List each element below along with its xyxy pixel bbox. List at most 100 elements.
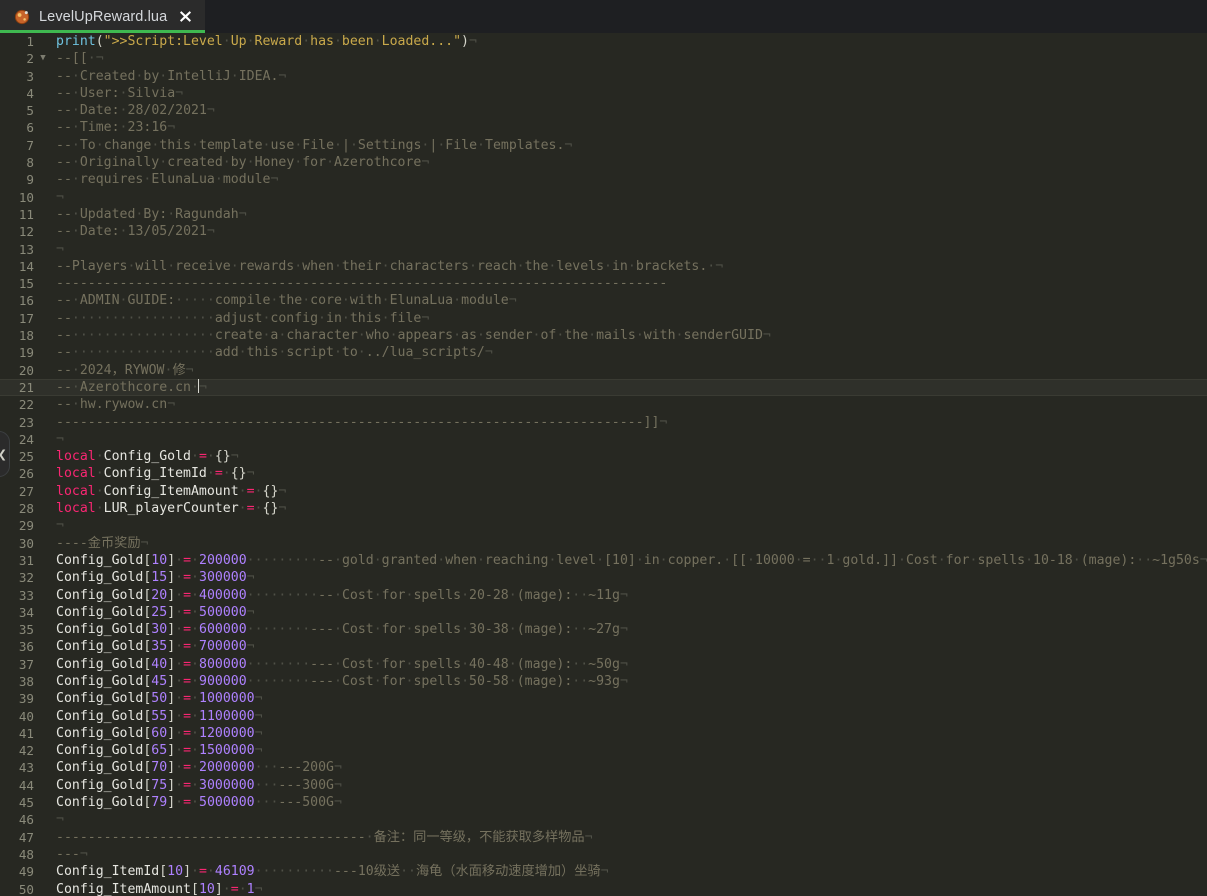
code-line[interactable]: 23 --------------------------------------… <box>0 414 1207 431</box>
code-line[interactable]: 40 Config_Gold[55]·=·1100000¬ <box>0 708 1207 725</box>
code-line[interactable]: 13 ¬ <box>0 241 1207 258</box>
code-token: local <box>56 449 96 465</box>
code-token: · <box>214 172 223 188</box>
code-line-content: Config_ItemAmount[10]·=·1¬ <box>56 881 1207 896</box>
code-line[interactable]: 37 Config_Gold[40]·=·800000········---·Co… <box>0 656 1207 673</box>
code-token: · <box>604 258 612 274</box>
code-token: · <box>302 34 311 49</box>
code-token: reach <box>476 258 517 274</box>
code-line-content: ¬ <box>56 189 1207 206</box>
code-line[interactable]: 22 --·hw.rywow.cn¬ <box>0 396 1207 413</box>
code-line[interactable]: 50 Config_ItemAmount[10]·=·1¬ <box>0 881 1207 896</box>
code-line[interactable]: 16 --·ADMIN·GUIDE:·····compile·the·core·w… <box>0 292 1207 309</box>
code-token: local <box>56 501 96 517</box>
code-line[interactable]: 1 print(">>Script:Level·Up·Reward·has·bee… <box>0 33 1207 50</box>
code-line[interactable]: 31 Config_Gold[10]·=·200000·········--·go… <box>0 552 1207 569</box>
code-token: 75 <box>151 777 168 793</box>
code-line[interactable]: 27 local·Config_ItemAmount·=·{}¬ <box>0 483 1207 500</box>
code-line-content: local·Config_ItemAmount·=·{}¬ <box>56 483 1207 500</box>
code-token: Cost <box>905 552 938 568</box>
code-line[interactable]: 38 Config_Gold[45]·=·900000········---·Co… <box>0 673 1207 690</box>
code-token: ········ <box>246 656 311 672</box>
code-line[interactable]: 2 ▼ --[[·¬ <box>0 50 1207 67</box>
code-token: their <box>341 258 382 274</box>
code-token: Settings <box>357 137 422 153</box>
code-line[interactable]: 7 --·To·change·this·template·use·File·|·S… <box>0 137 1207 154</box>
code-token: ~27g <box>588 622 620 638</box>
code-line-content: print(">>Script:Level·Up·Reward·has·been… <box>56 33 1207 50</box>
code-line[interactable]: 24 ¬ <box>0 431 1207 448</box>
code-token: Date: <box>79 224 120 240</box>
code-line[interactable]: 5 --·Date:·28/02/2021¬ <box>0 102 1207 119</box>
code-line[interactable]: 26 local·Config_ItemId·=·{}¬ <box>0 465 1207 482</box>
code-line[interactable]: 39 Config_Gold[50]·=·1000000¬ <box>0 690 1207 707</box>
code-token: ] <box>214 881 223 896</box>
code-token: Config_ItemId <box>56 864 160 880</box>
code-token: GUIDE: <box>127 293 176 309</box>
code-token: = <box>183 622 192 638</box>
code-token: ¬ <box>246 604 255 620</box>
code-line[interactable]: 46 ¬ <box>0 811 1207 828</box>
code-line[interactable]: 18 --··················create·a·character… <box>0 327 1207 344</box>
code-token: ] <box>167 656 176 672</box>
code-line[interactable]: 17 --··················adjust·config·in·t… <box>0 310 1207 327</box>
code-line[interactable]: 12 --·Date:·13/05/2021¬ <box>0 223 1207 240</box>
code-line[interactable]: 25 local·Config_Gold·=·{}¬ <box>0 448 1207 465</box>
code-token: for <box>302 155 327 171</box>
code-token: Templates. <box>485 137 565 153</box>
code-token: · <box>206 449 215 465</box>
code-line[interactable]: 34 Config_Gold[25]·=·500000¬ <box>0 604 1207 621</box>
close-icon[interactable] <box>178 10 192 24</box>
code-line[interactable]: 21 --·Azerothcore.cn·¬ <box>0 378 1207 397</box>
code-line[interactable]: 47 --------------------------------------… <box>0 829 1207 846</box>
code-line[interactable]: 11 --·Updated·By:·Ragundah¬ <box>0 206 1207 223</box>
code-line[interactable]: 8 --·Originally·created·by·Honey·for·Azer… <box>0 154 1207 171</box>
code-token: · <box>508 622 517 638</box>
code-line[interactable]: 28 local·LUR_playerCounter·=·{}¬ <box>0 500 1207 517</box>
code-line[interactable]: 45 Config_Gold[79]·=·5000000···---500G¬ <box>0 794 1207 811</box>
code-token: 10000 <box>755 552 795 568</box>
fold-collapse-icon[interactable]: ▼ <box>38 50 48 67</box>
code-token: Config_Gold <box>103 449 191 465</box>
code-line[interactable]: 49 Config_ItemId[10]·=·46109··········---… <box>0 863 1207 880</box>
code-line[interactable]: 19 --··················add·this·script·to… <box>0 344 1207 361</box>
code-line[interactable]: 15 --------------------------------------… <box>0 275 1207 292</box>
code-line[interactable]: 10 ¬ <box>0 189 1207 206</box>
code-line[interactable]: 33 Config_Gold[20]·=·400000·········--·Co… <box>0 587 1207 604</box>
code-line[interactable]: 3 --·Created·by·IntelliJ·IDEA.¬ <box>0 68 1207 85</box>
code-token: --- <box>310 673 334 689</box>
code-line[interactable]: 43 Config_Gold[70]·=·2000000···---200G¬ <box>0 759 1207 776</box>
line-number: 18 <box>18 328 34 344</box>
code-token: add <box>214 345 239 361</box>
code-token: ¬ <box>619 622 628 638</box>
code-line[interactable]: 14 --Players·will·receive·rewards·when·th… <box>0 258 1207 275</box>
code-line[interactable]: 29 ¬ <box>0 517 1207 534</box>
code-line[interactable]: 30 ----金币奖励¬ <box>0 535 1207 552</box>
code-line[interactable]: 20 --·2024，RYWOW·修¬ <box>0 362 1207 379</box>
code-line[interactable]: 42 Config_Gold[65]·=·1500000¬ <box>0 742 1207 759</box>
code-token: ¬ <box>185 362 194 378</box>
code-line[interactable]: 6 --·Time:·23:16¬ <box>0 119 1207 136</box>
code-line[interactable]: 35 Config_Gold[30]·=·600000········---·Co… <box>0 621 1207 638</box>
code-token: = <box>198 449 207 465</box>
editor-content[interactable]: 1 print(">>Script:Level·Up·Reward·has·bee… <box>0 33 1207 896</box>
code-token: · <box>334 587 342 603</box>
code-line[interactable]: 48 ---¬ <box>0 846 1207 863</box>
code-token: · <box>333 345 342 361</box>
code-line[interactable]: 9 --·requires·ElunaLua·module¬ <box>0 171 1207 188</box>
code-token: · <box>238 345 247 361</box>
code-token: · <box>95 483 104 499</box>
code-line[interactable]: 4 --·User:·Silvia¬ <box>0 85 1207 102</box>
code-token: = <box>246 501 255 517</box>
code-token: = <box>214 466 223 482</box>
code-token: ¬ <box>56 518 64 534</box>
code-editor[interactable]: 1 print(">>Script:Level·Up·Reward·has·bee… <box>0 33 1207 896</box>
code-line[interactable]: 44 Config_Gold[75]·=·3000000···---300G¬ <box>0 777 1207 794</box>
code-line[interactable]: 32 Config_Gold[15]·=·300000¬ <box>0 569 1207 586</box>
code-token: ·· <box>572 656 589 672</box>
code-line[interactable]: 36 Config_Gold[35]·=·700000¬ <box>0 638 1207 655</box>
left-tool-window-collapse-button[interactable]: ❮ <box>0 431 10 477</box>
editor-tab-levelupreward-lua[interactable]: LevelUpReward.lua <box>0 0 206 33</box>
code-line[interactable]: 41 Config_Gold[60]·=·1200000¬ <box>0 725 1207 742</box>
code-token: LUR_playerCounter <box>103 501 239 517</box>
